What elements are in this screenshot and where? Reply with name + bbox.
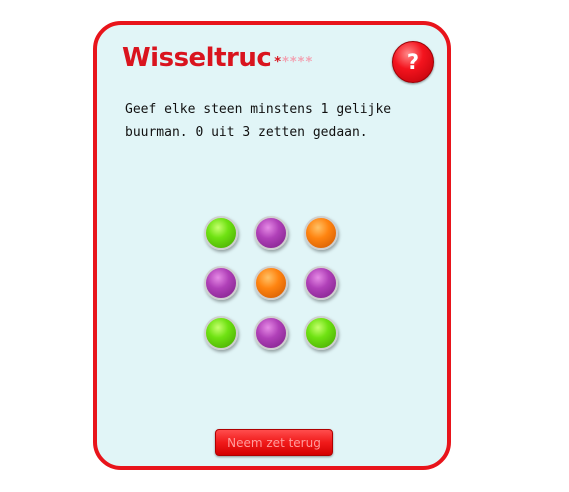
difficulty-star-filled: *	[274, 55, 283, 70]
stone-r2-c1[interactable]	[204, 266, 238, 300]
difficulty-stars: *****	[274, 55, 313, 70]
title-row: Wisseltruc *****	[122, 43, 313, 73]
stone-grid	[204, 216, 344, 350]
stone-r1-c3[interactable]	[304, 216, 338, 250]
stone-r1-c2[interactable]	[254, 216, 288, 250]
stone-r3-c2[interactable]	[254, 316, 288, 350]
game-title: Wisseltruc	[122, 43, 272, 73]
help-button[interactable]: ?	[392, 41, 434, 83]
instructions-text: Geef elke steen minstens 1 gelijke buurm…	[125, 102, 392, 140]
difficulty-star-empty: ****	[282, 55, 314, 70]
stone-r1-c1[interactable]	[204, 216, 238, 250]
stone-r3-c1[interactable]	[204, 316, 238, 350]
stone-r2-c3[interactable]	[304, 266, 338, 300]
game-card: Wisseltruc ***** ? Geef elke steen minst…	[93, 21, 451, 470]
undo-move-button[interactable]: Neem zet terug	[215, 429, 333, 456]
help-icon: ?	[406, 50, 420, 74]
stone-r2-c2[interactable]	[254, 266, 288, 300]
stone-r3-c3[interactable]	[304, 316, 338, 350]
